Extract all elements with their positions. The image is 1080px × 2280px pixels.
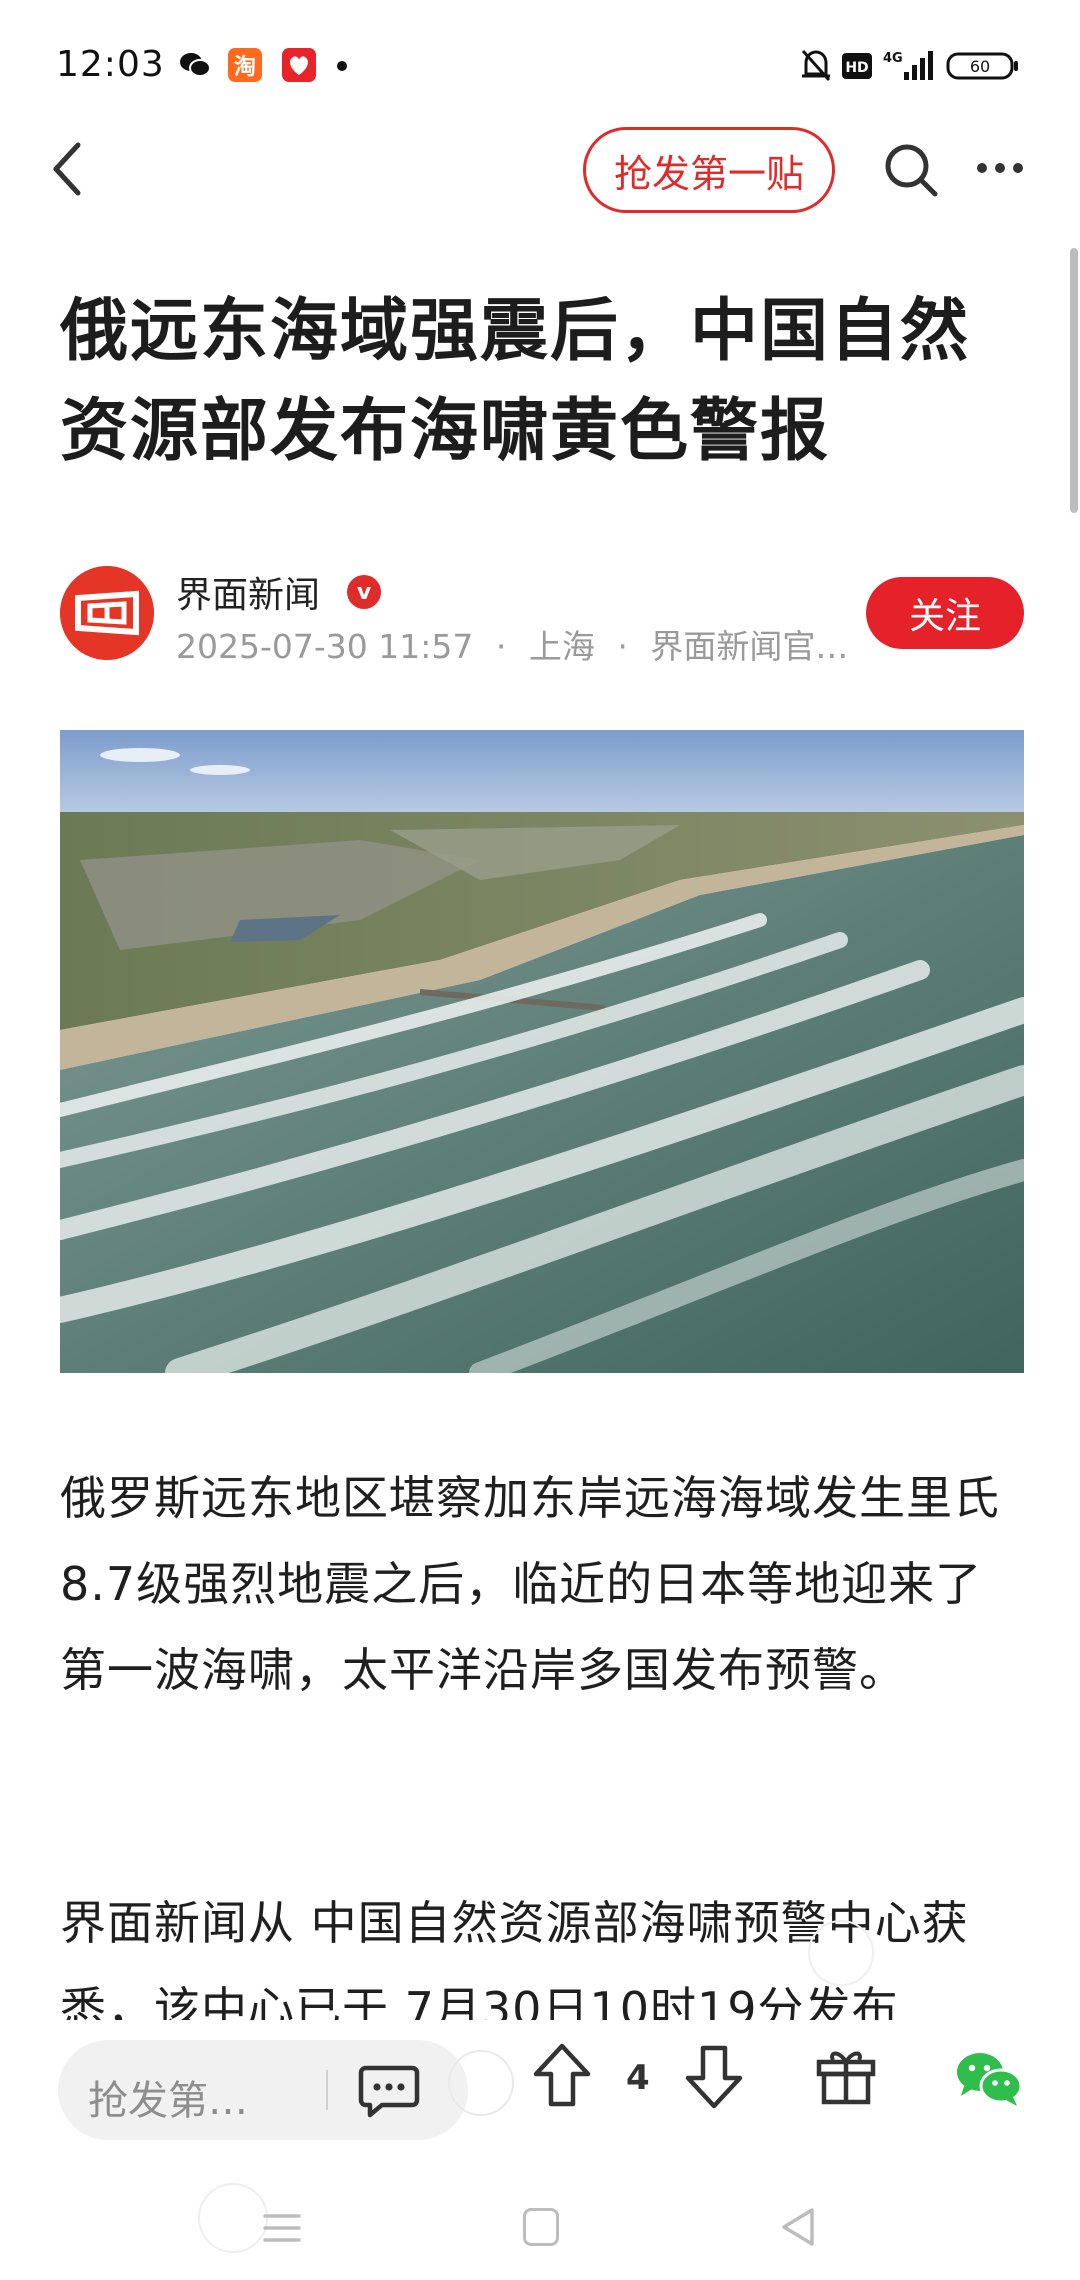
- pinduoduo-notification-icon: [282, 48, 316, 82]
- status-icons: HD 4G 60: [801, 49, 1018, 82]
- search-icon[interactable]: [882, 141, 940, 199]
- article-hero-image[interactable]: [60, 730, 1024, 1373]
- article-paragraph: 俄罗斯远东地区堪察加东岸远海海域发生里氏8.7级强烈地震之后，临近的日本等地迎来…: [60, 1471, 1000, 1697]
- meta-separator: ·: [495, 627, 507, 666]
- follow-button[interactable]: 关注: [866, 577, 1024, 649]
- meta-separator: ·: [617, 627, 628, 666]
- touch-indicator: [448, 2050, 514, 2116]
- mute-bell-icon: [801, 49, 831, 82]
- home-icon[interactable]: [523, 2208, 559, 2246]
- wechat-share-icon[interactable]: [954, 2050, 1024, 2108]
- touch-indicator: [198, 2183, 268, 2253]
- publish-datetime: 2025-07-30 11:57: [176, 627, 474, 666]
- article-source: 界面新闻官…: [650, 627, 849, 666]
- status-time: 12:03: [56, 44, 165, 85]
- taobao-notification-icon: 淘: [228, 48, 262, 82]
- back-arrow-icon[interactable]: [48, 139, 88, 199]
- scrollbar[interactable]: [1070, 248, 1078, 513]
- publish-location: 上海: [528, 627, 595, 666]
- svg-text:HD: HD: [845, 60, 868, 76]
- bottom-action-bar: 抢发第… 4: [0, 2020, 1080, 2180]
- author-avatar[interactable]: [60, 566, 154, 660]
- comment-input[interactable]: 抢发第…: [58, 2040, 468, 2140]
- upvote-arrow-icon[interactable]: [532, 2042, 592, 2108]
- more-options-icon[interactable]: [974, 153, 1026, 183]
- gift-icon[interactable]: [815, 2044, 877, 2106]
- svg-text:4G: 4G: [883, 51, 903, 66]
- comments-icon[interactable]: [358, 2064, 420, 2118]
- top-nav: 抢发第一贴: [0, 125, 1080, 250]
- article-paragraph: 界面新闻从 中国自然资源部海啸预警中心获悉，该中心已于 7月30日10时19分发…: [60, 1896, 969, 2030]
- first-post-button[interactable]: 抢发第一贴: [583, 127, 835, 213]
- notification-dot: [337, 61, 347, 71]
- system-navigation-bar: [0, 2180, 1080, 2280]
- floating-touch-indicator: [808, 1920, 874, 1986]
- svg-text:60: 60: [970, 57, 990, 76]
- article-meta: 2025-07-30 11:57 · 上海 · 界面新闻官…: [176, 620, 848, 668]
- system-back-icon[interactable]: [778, 2206, 818, 2248]
- author-name[interactable]: 界面新闻: [176, 566, 320, 618]
- comment-divider: [326, 2070, 328, 2110]
- comment-placeholder: 抢发第…: [88, 2078, 248, 2124]
- recent-apps-icon[interactable]: [262, 2210, 302, 2246]
- status-bar: 12:03 淘 HD 4G 60: [0, 0, 1080, 130]
- verified-badge-icon: v: [347, 575, 381, 609]
- wechat-notification-icon: [180, 53, 211, 77]
- article-title: 俄远东海域强震后，中国自然资源部发布海啸黄色警报: [60, 292, 971, 471]
- vote-count: 4: [626, 2058, 650, 2098]
- downvote-arrow-icon[interactable]: [684, 2044, 744, 2110]
